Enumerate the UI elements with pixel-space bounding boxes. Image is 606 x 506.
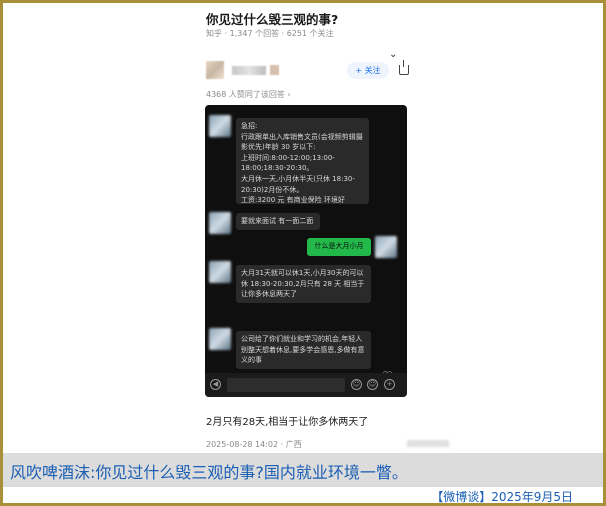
question-stats: 知乎 · 1,347 个回答 · 6251 个关注 bbox=[206, 29, 334, 38]
chat-screenshot: 急招: 行政跟单出入库销售文员(会视频剪辑摄影优先)年龄 30 岁以下: 上班时… bbox=[205, 105, 407, 397]
voice-icon: ◀ bbox=[210, 379, 221, 390]
contact-avatar bbox=[209, 261, 231, 283]
chat-message-self: 什么是大月小月 bbox=[307, 238, 371, 256]
contact-avatar bbox=[209, 115, 231, 137]
author-name-blurred[interactable] bbox=[232, 66, 266, 75]
sticker-icon: ☺ bbox=[351, 379, 362, 390]
caption-text: 风吹啤酒沫:你见过什么毁三观的事?国内就业环境一瞥。 bbox=[10, 463, 408, 482]
contact-avatar bbox=[209, 212, 231, 234]
chat-message: 公司给了你们就业和学习的机会,年轻人别整天想着休息,要多学会感恩,多做有意义的事 bbox=[236, 331, 371, 369]
share-icon[interactable] bbox=[399, 60, 409, 75]
source-label: 【微博谈】2025年9月5日 bbox=[431, 490, 573, 504]
author-row: + 关注 bbox=[206, 60, 411, 82]
agree-count[interactable]: 4368 人赞同了该回答 › bbox=[206, 89, 291, 100]
author-badge-icon bbox=[270, 65, 279, 75]
chat-input bbox=[227, 378, 345, 392]
self-avatar bbox=[375, 236, 397, 258]
emoji-icon: ☺ bbox=[367, 379, 378, 390]
answer-card: 你见过什么毁三观的事? 知乎 · 1,347 个回答 · 6251 个关注 ⌄ … bbox=[198, 3, 416, 455]
answer-text: 2月只有28天,相当于让你多休两天了 bbox=[206, 417, 369, 428]
follow-button[interactable]: + 关注 bbox=[347, 62, 389, 79]
question-title[interactable]: 你见过什么毁三观的事? bbox=[206, 9, 338, 28]
add-icon: + bbox=[384, 379, 395, 390]
avatar[interactable] bbox=[206, 61, 224, 79]
chat-message: 大月31天就可以休1天,小月30天的可以休 18:30-20:30,2月只有 2… bbox=[236, 265, 371, 303]
collapse-chevron-icon[interactable]: ⌄ bbox=[389, 49, 397, 60]
watermark bbox=[407, 440, 449, 447]
chat-input-bar: ◀ ☺ ☺ + bbox=[205, 373, 407, 397]
chat-message: 急招: 行政跟单出入库销售文员(会视频剪辑摄影优先)年龄 30 岁以下: 上班时… bbox=[236, 118, 369, 204]
contact-avatar bbox=[209, 328, 231, 350]
screenshot-frame: 你见过什么毁三观的事? 知乎 · 1,347 个回答 · 6251 个关注 ⌄ … bbox=[0, 0, 606, 506]
answer-meta: 2025-08-28 14:02 · 广西 bbox=[206, 440, 302, 449]
chat-message: 要就来面试 有一面二面 bbox=[236, 213, 320, 230]
